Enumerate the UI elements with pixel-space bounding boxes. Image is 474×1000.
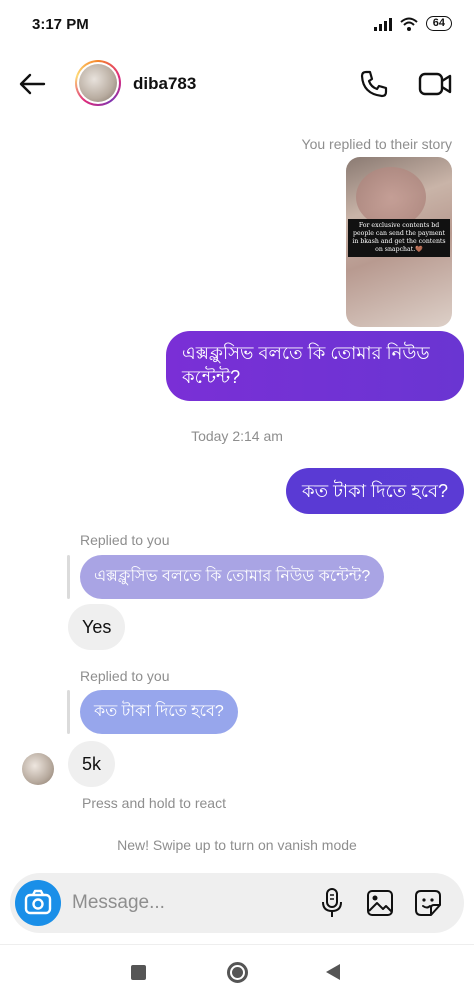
system-nav-bar (0, 944, 474, 1000)
received-message[interactable]: Yes (68, 604, 126, 650)
timestamp: Today 2:14 am (191, 428, 283, 444)
received-message[interactable]: 5k (68, 741, 116, 787)
reply-bar (67, 555, 70, 599)
username[interactable]: diba783 (133, 74, 196, 94)
message-input[interactable] (72, 887, 302, 919)
avatar[interactable] (75, 60, 121, 106)
camera-button[interactable] (15, 880, 61, 926)
sticker-icon[interactable] (413, 887, 443, 919)
sent-message[interactable]: এক্সক্লুসিভ বলতে কি তোমার নিউড কন্টেন্ট? (166, 331, 464, 401)
recent-apps-button[interactable] (131, 965, 146, 980)
reply-label: Replied to you (80, 668, 170, 684)
reply-bar (67, 690, 70, 734)
status-bar: 3:17 PM 64 (0, 0, 474, 50)
chat-header: diba783 (0, 54, 474, 114)
status-icons: 64 (373, 16, 452, 31)
story-thumbnail[interactable]: For exclusive contents bd people can sen… (346, 157, 452, 327)
video-camera-icon[interactable] (418, 68, 452, 100)
camera-icon (24, 889, 52, 915)
battery-indicator: 64 (425, 16, 452, 31)
sent-message[interactable]: কত টাকা দিতে হবে? (285, 468, 464, 514)
quoted-message[interactable]: এক্সক্লুসিভ বলতে কি তোমার নিউড কন্টেন্ট? (80, 555, 385, 599)
vanish-mode-hint: New! Swipe up to turn on vanish mode (117, 837, 357, 853)
microphone-icon[interactable] (318, 887, 346, 919)
react-hint: Press and hold to react (82, 795, 226, 811)
sender-avatar[interactable] (22, 753, 54, 785)
status-time: 3:17 PM (32, 16, 89, 33)
arrow-left-icon[interactable] (16, 68, 48, 100)
story-caption: For exclusive contents bd people can sen… (348, 219, 450, 257)
home-button[interactable] (227, 962, 248, 983)
reply-label: Replied to you (80, 532, 170, 548)
signal-icon (373, 17, 392, 31)
system-back-button[interactable] (326, 964, 340, 980)
image-icon[interactable] (365, 887, 395, 919)
quoted-message[interactable]: কত টাকা দিতে হবে? (80, 690, 238, 734)
phone-icon[interactable] (358, 68, 390, 100)
story-reply-note: You replied to their story (301, 136, 452, 152)
message-composer (10, 873, 464, 933)
wifi-icon (400, 17, 418, 31)
